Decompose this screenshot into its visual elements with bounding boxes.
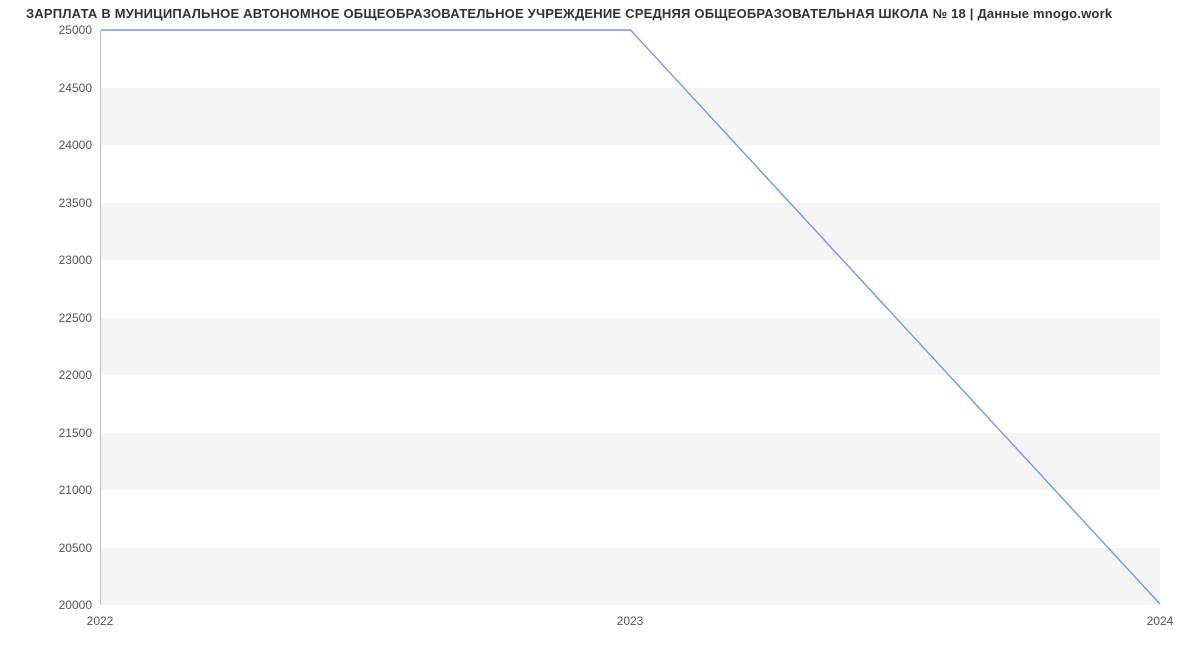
x-tick-label: 2022 bbox=[87, 614, 114, 628]
y-tick-label: 25000 bbox=[12, 23, 92, 37]
y-tick-label: 24000 bbox=[12, 138, 92, 152]
chart-title: ЗАРПЛАТА В МУНИЦИПАЛЬНОЕ АВТОНОМНОЕ ОБЩЕ… bbox=[26, 6, 1112, 21]
y-tick-label: 22500 bbox=[12, 311, 92, 325]
y-tick-label: 20000 bbox=[12, 598, 92, 612]
y-tick-label: 21500 bbox=[12, 426, 92, 440]
x-tick-label: 2023 bbox=[617, 614, 644, 628]
salary-line-chart: ЗАРПЛАТА В МУНИЦИПАЛЬНОЕ АВТОНОМНОЕ ОБЩЕ… bbox=[0, 0, 1200, 650]
y-tick-label: 21000 bbox=[12, 483, 92, 497]
series-line bbox=[101, 30, 1160, 604]
y-tick-label: 24500 bbox=[12, 81, 92, 95]
x-tick-label: 2024 bbox=[1147, 614, 1174, 628]
y-tick-label: 20500 bbox=[12, 541, 92, 555]
y-tick-label: 23500 bbox=[12, 196, 92, 210]
y-tick-label: 22000 bbox=[12, 368, 92, 382]
y-tick-label: 23000 bbox=[12, 253, 92, 267]
plot-area bbox=[100, 30, 1160, 605]
line-layer bbox=[101, 30, 1160, 604]
